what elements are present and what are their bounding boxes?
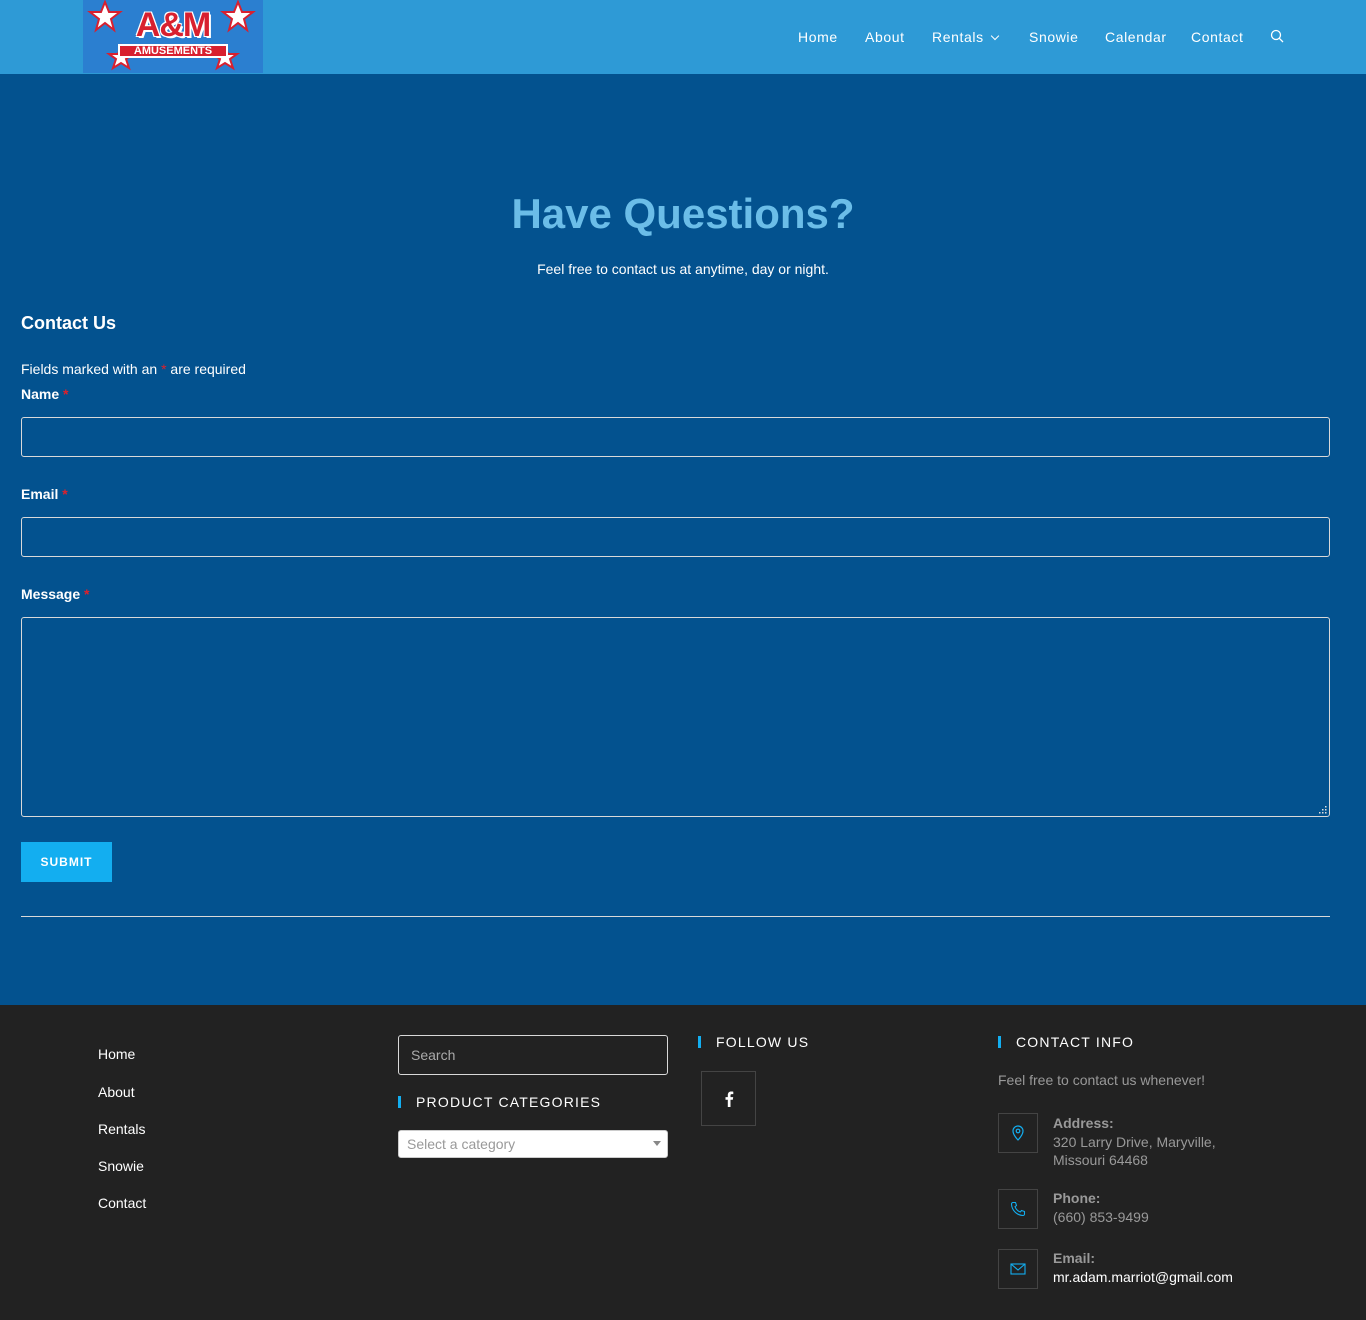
name-label-text: Name bbox=[21, 386, 60, 402]
phone-icon-box bbox=[998, 1189, 1038, 1229]
product-categories-heading: PRODUCT CATEGORIES bbox=[398, 1094, 601, 1110]
map-pin-icon bbox=[1012, 1125, 1024, 1141]
contact-info-heading: CONTACT INFO bbox=[998, 1034, 1134, 1050]
chevron-down-icon bbox=[990, 31, 999, 41]
nav-calendar[interactable]: Calendar bbox=[1105, 29, 1167, 45]
facebook-link[interactable] bbox=[701, 1071, 756, 1126]
email-label-text: Email bbox=[21, 486, 59, 502]
facebook-icon bbox=[725, 1091, 733, 1107]
required-note: Fields marked with an * are required bbox=[21, 361, 246, 377]
nav-home[interactable]: Home bbox=[798, 29, 838, 45]
site-header: A&M AMUSEMENTS Home About Rentals Snowie… bbox=[0, 0, 1366, 74]
address-line-2: Missouri 64468 bbox=[1053, 1152, 1148, 1168]
category-select[interactable]: Select a category bbox=[398, 1130, 668, 1158]
nav-rentals-label: Rentals bbox=[932, 29, 984, 45]
email-link[interactable]: mr.adam.marriot@gmail.com bbox=[1053, 1268, 1233, 1286]
message-field[interactable] bbox=[21, 617, 1330, 817]
required-note-text: Fields marked with an bbox=[21, 361, 162, 377]
message-label: Message * bbox=[21, 586, 90, 602]
email-label: Email: bbox=[1053, 1250, 1096, 1266]
search-icon[interactable] bbox=[1270, 29, 1284, 43]
nav-snowie[interactable]: Snowie bbox=[1029, 29, 1079, 45]
required-star: * bbox=[62, 486, 68, 502]
category-select-value: Select a category bbox=[407, 1136, 516, 1152]
site-logo[interactable]: A&M AMUSEMENTS bbox=[83, 0, 263, 73]
page-title: Have Questions? bbox=[511, 190, 855, 237]
nav-contact[interactable]: Contact bbox=[1191, 29, 1243, 45]
contact-info-description: Feel free to contact us whenever! bbox=[998, 1072, 1205, 1088]
address-icon-box bbox=[998, 1113, 1038, 1153]
divider bbox=[21, 916, 1330, 917]
logo-title: A&M bbox=[135, 6, 211, 44]
logo-subtitle: AMUSEMENTS bbox=[118, 44, 228, 58]
email-label: Email * bbox=[21, 486, 68, 502]
name-label: Name * bbox=[21, 386, 68, 402]
nav-rentals[interactable]: Rentals bbox=[932, 29, 999, 45]
submit-button[interactable]: SUBMIT bbox=[21, 842, 112, 882]
resize-handle-icon[interactable] bbox=[1317, 804, 1327, 814]
footer-link-home[interactable]: Home bbox=[98, 1046, 135, 1062]
required-star: * bbox=[84, 586, 90, 602]
email-icon-box bbox=[998, 1249, 1038, 1289]
nav-about[interactable]: About bbox=[865, 29, 905, 45]
email-field[interactable] bbox=[21, 517, 1330, 557]
page-subtitle: Feel free to contact us at anytime, day … bbox=[537, 261, 829, 277]
address-line-1: 320 Larry Drive, Maryville, bbox=[1053, 1134, 1216, 1150]
address-label: Address: bbox=[1053, 1115, 1114, 1131]
follow-us-heading: FOLLOW US bbox=[698, 1034, 809, 1050]
phone-value: (660) 853-9499 bbox=[1053, 1209, 1149, 1225]
site-footer: Home About Rentals Snowie Contact PRODUC… bbox=[0, 1005, 1366, 1320]
required-note-text-end: are required bbox=[166, 361, 246, 377]
form-title: Contact Us bbox=[21, 313, 117, 333]
footer-link-about[interactable]: About bbox=[98, 1084, 135, 1100]
envelope-icon bbox=[1010, 1263, 1026, 1275]
message-label-text: Message bbox=[21, 586, 81, 602]
required-star: * bbox=[63, 386, 69, 402]
phone-icon bbox=[1010, 1201, 1026, 1217]
phone-label: Phone: bbox=[1053, 1190, 1101, 1206]
footer-link-contact[interactable]: Contact bbox=[98, 1195, 146, 1211]
name-field[interactable] bbox=[21, 417, 1330, 457]
dropdown-arrow-icon bbox=[653, 1141, 661, 1146]
footer-link-rentals[interactable]: Rentals bbox=[98, 1121, 145, 1137]
footer-search-input[interactable] bbox=[398, 1035, 668, 1075]
footer-link-snowie[interactable]: Snowie bbox=[98, 1158, 144, 1174]
